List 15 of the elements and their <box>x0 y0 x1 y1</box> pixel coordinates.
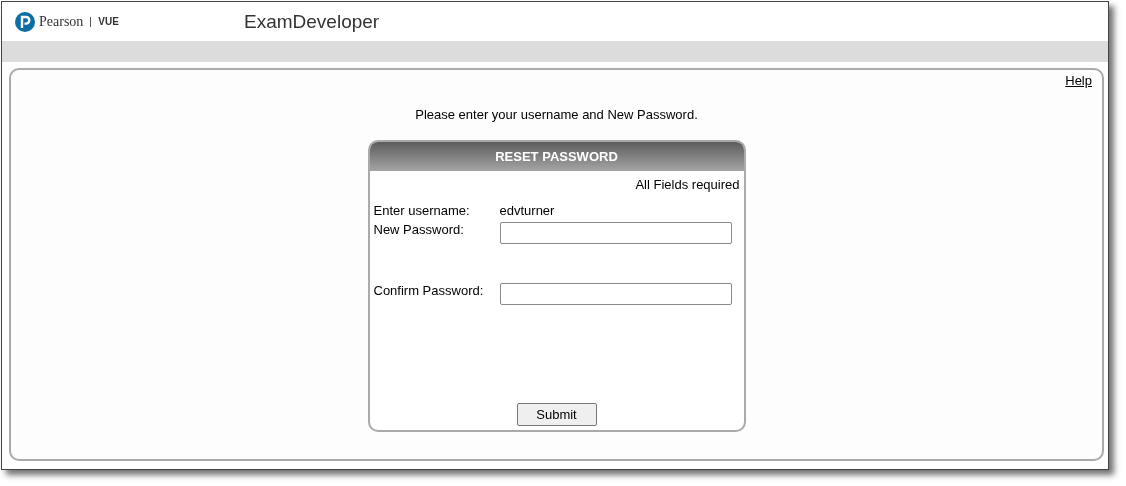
field-label: New Password: <box>373 222 465 239</box>
submit-button[interactable]: Submit <box>516 403 597 426</box>
password-field[interactable] <box>499 222 732 244</box>
app-title: ExamDeveloper <box>244 10 380 33</box>
instruction-text: Please enter your username and New Password. <box>415 107 698 122</box>
help-link[interactable]: Help <box>1065 73 1092 88</box>
brand-sub: VUE <box>98 16 119 27</box>
username-value: edvturner <box>499 203 555 218</box>
brand-name: Pearson <box>39 13 84 30</box>
password-field[interactable] <box>499 283 732 305</box>
field-label: Enter username: <box>373 203 471 218</box>
logo-icon <box>15 11 35 32</box>
field-label: Confirm Password: <box>373 283 485 300</box>
card-header: RESET PASSWORD <box>369 142 744 171</box>
required-note: All Fields required <box>635 177 740 192</box>
